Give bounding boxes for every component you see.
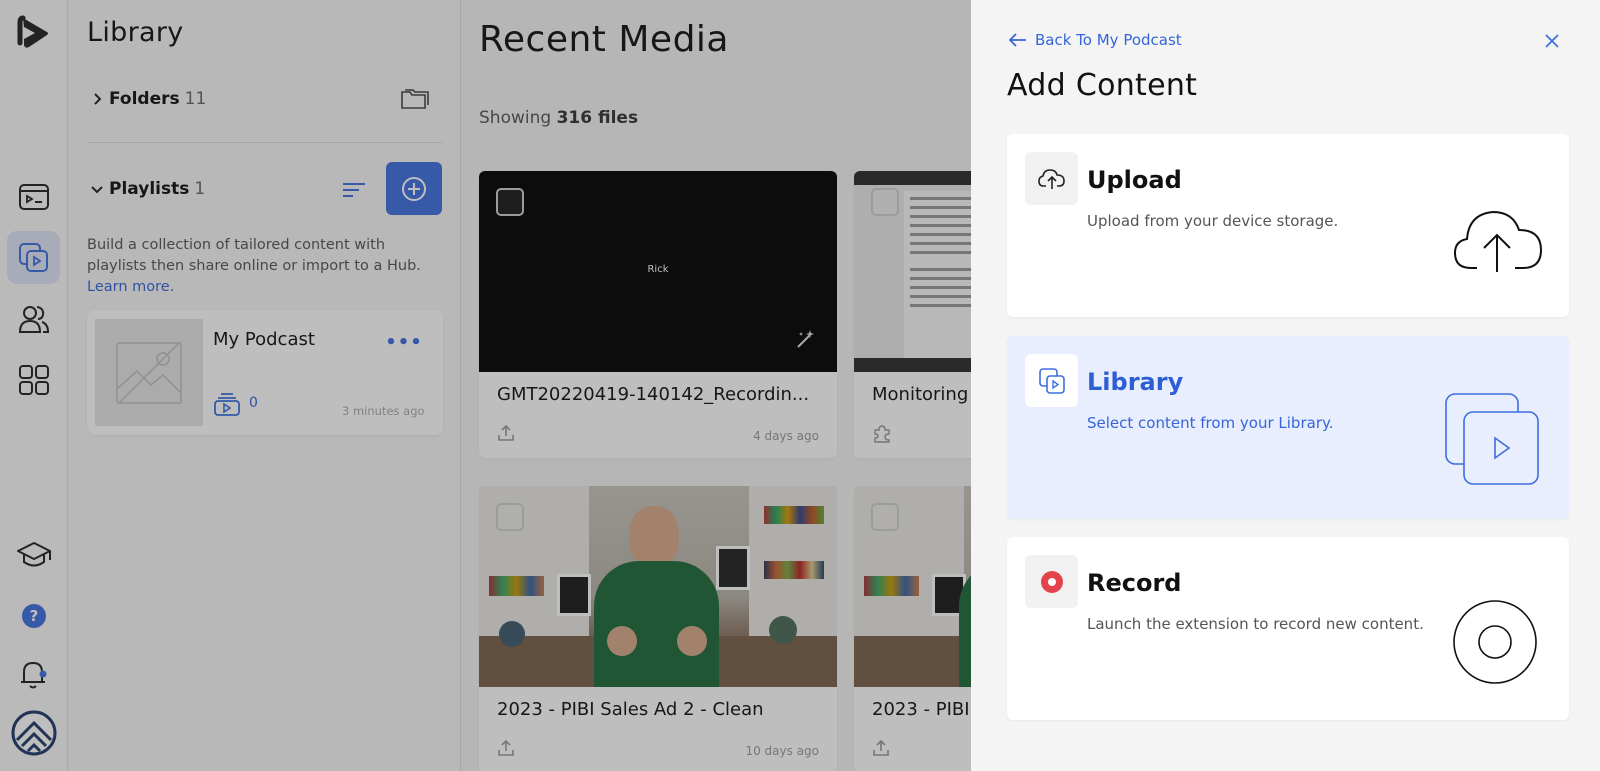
library-description: Select content from your Library. xyxy=(1087,414,1334,432)
drawer-title: Add Content xyxy=(1007,68,1198,103)
record-option[interactable]: Record Launch the extension to record ne… xyxy=(1007,537,1569,720)
record-description: Launch the extension to record new conte… xyxy=(1087,615,1424,633)
arrow-left-icon xyxy=(1009,33,1026,47)
modal-backdrop[interactable] xyxy=(0,0,971,771)
library-icon xyxy=(1025,354,1078,407)
upload-title: Upload xyxy=(1087,166,1182,194)
upload-option[interactable]: Upload Upload from your device storage. xyxy=(1007,134,1569,317)
library-option[interactable]: Library Select content from your Library… xyxy=(1007,336,1569,519)
record-illustration-icon xyxy=(1452,599,1538,689)
cloud-upload-icon xyxy=(1025,152,1078,205)
library-illustration-icon xyxy=(1444,392,1540,492)
record-icon xyxy=(1025,555,1078,608)
record-title: Record xyxy=(1087,569,1182,597)
cloud-upload-illustration-icon xyxy=(1453,206,1543,278)
library-title: Library xyxy=(1087,368,1184,396)
upload-description: Upload from your device storage. xyxy=(1087,212,1339,230)
close-icon[interactable] xyxy=(1541,30,1563,52)
add-content-drawer: Back To My Podcast Add Content Upload Up… xyxy=(971,0,1600,771)
back-to-podcast-link[interactable]: Back To My Podcast xyxy=(1009,31,1182,49)
